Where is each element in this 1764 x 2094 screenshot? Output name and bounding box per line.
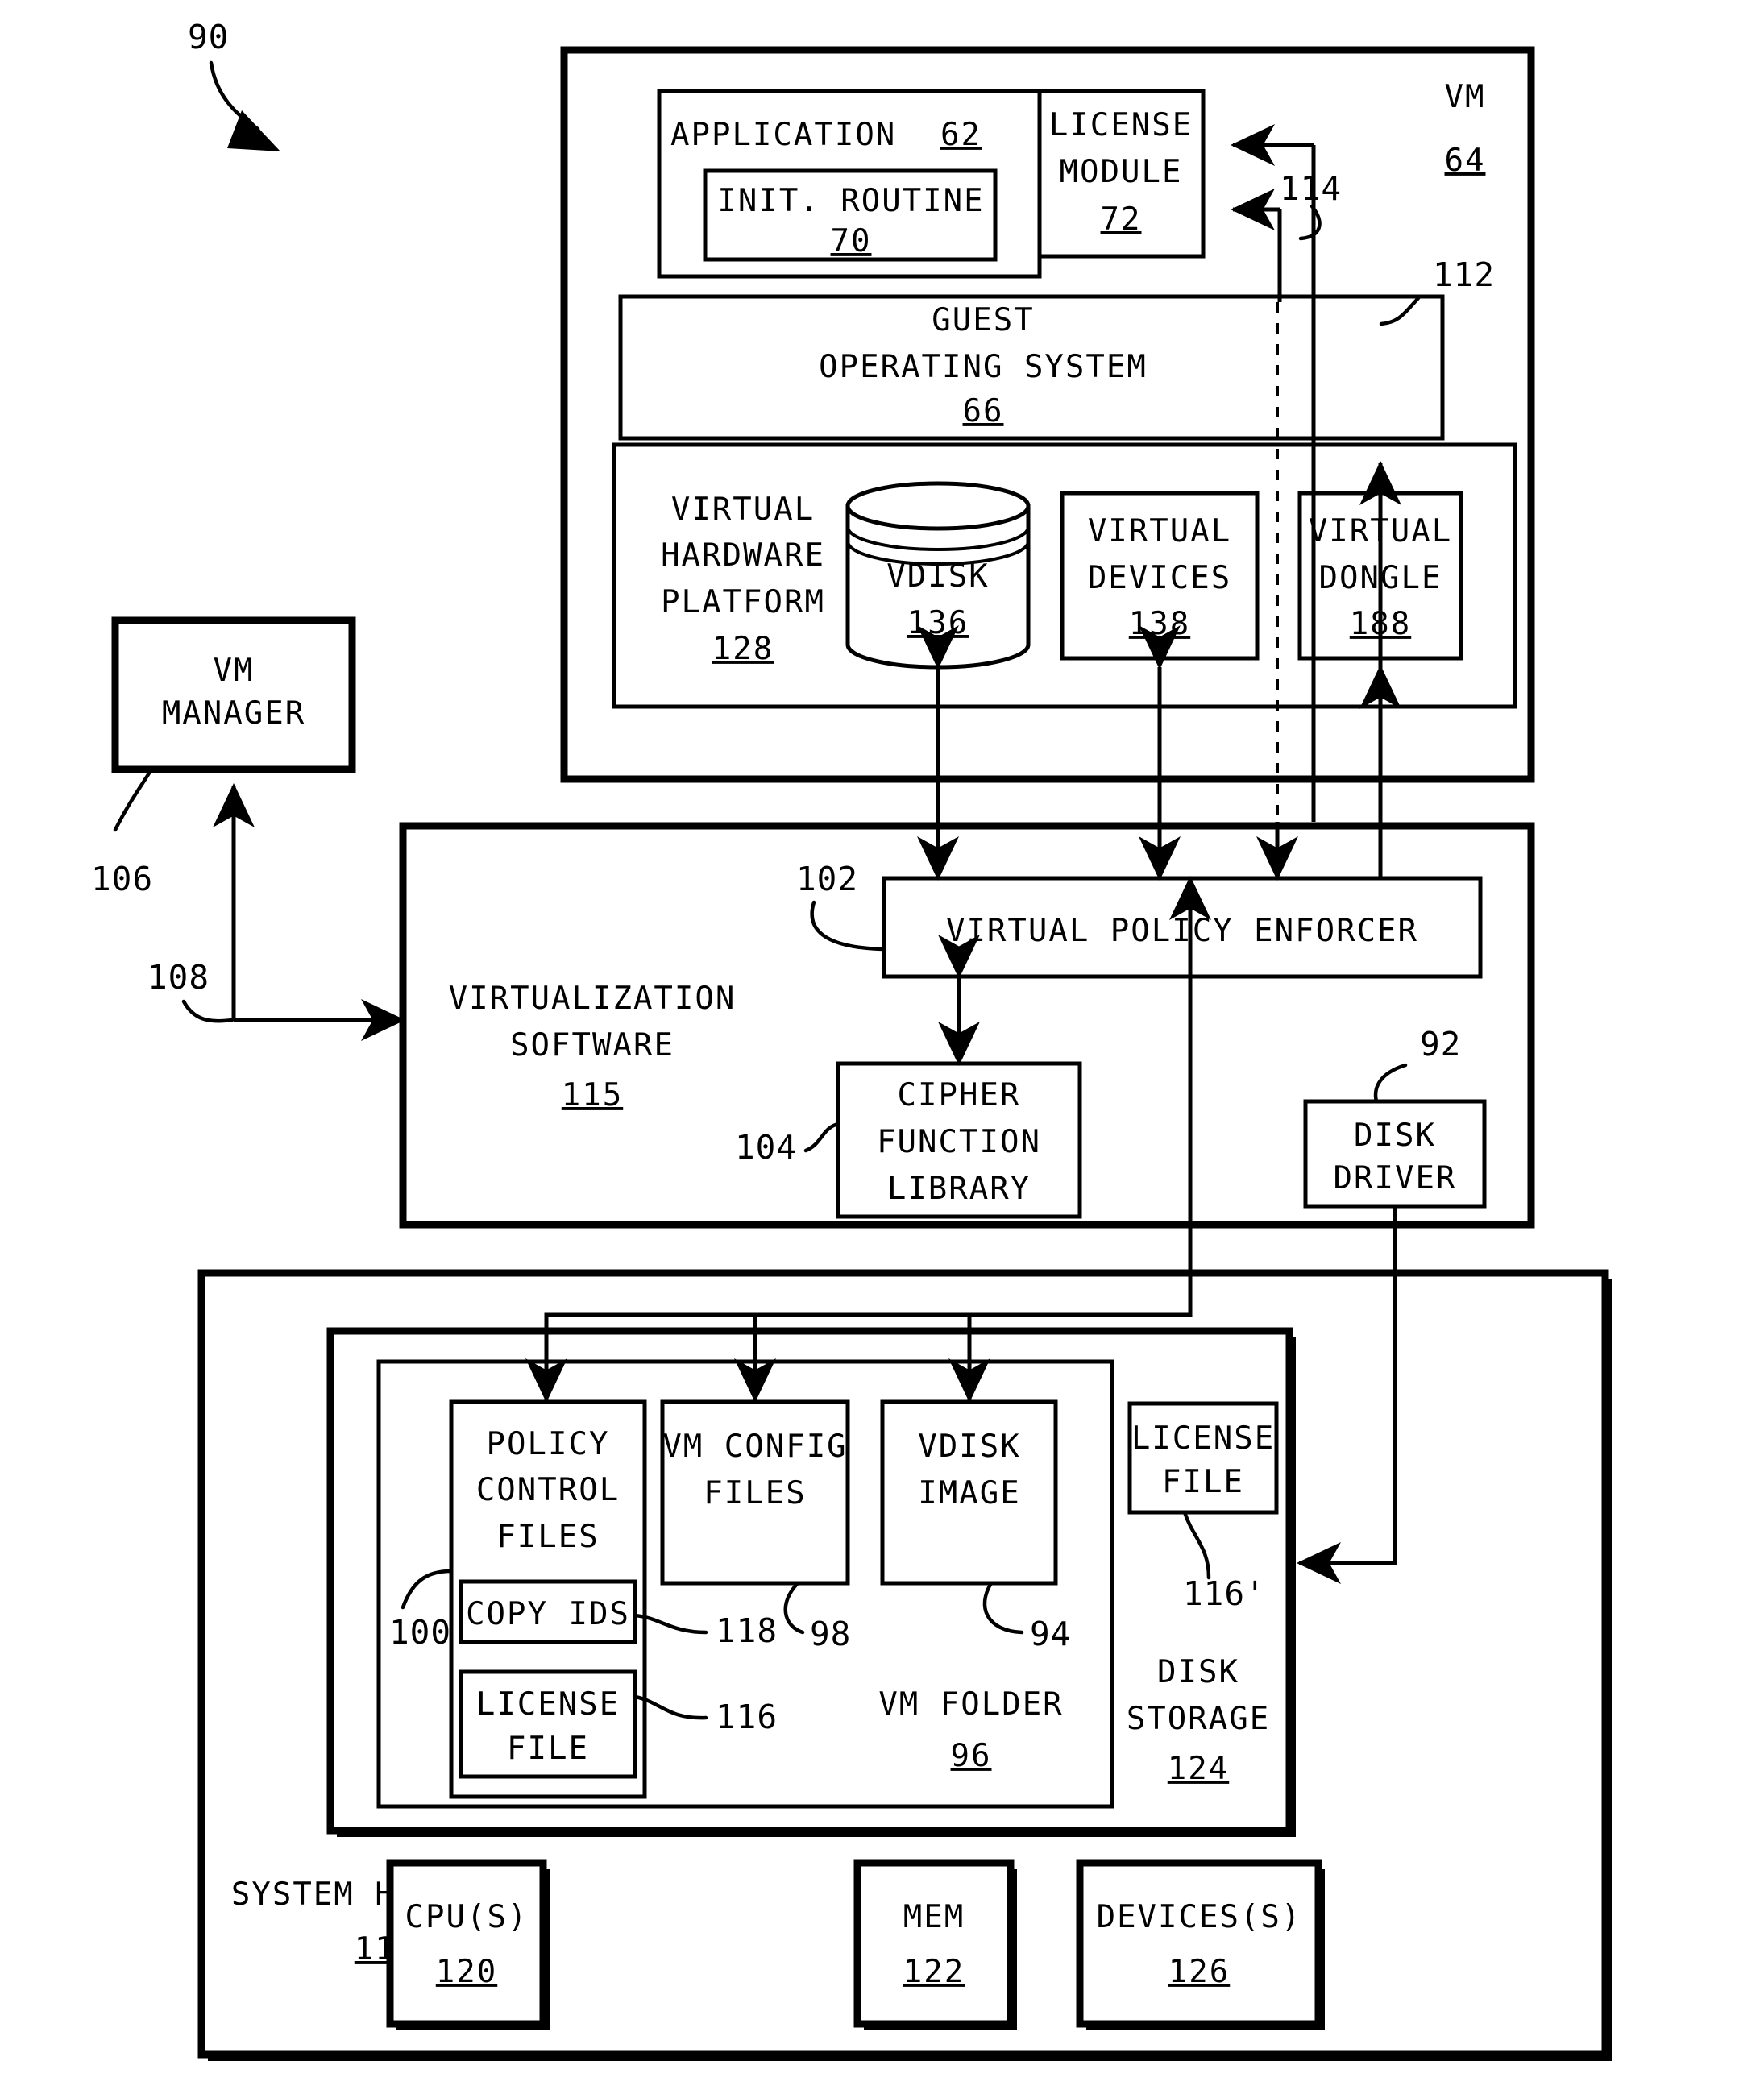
mem-ref: 122 [903,1954,965,1990]
init-routine-ref: 70 [831,223,872,259]
disk-driver-ref: 92 [1420,1025,1461,1064]
vm-manager-ref: 106 [91,860,153,898]
figure-ref-arrowhead [227,110,280,151]
disk-driver-line1: DISK [1354,1117,1436,1154]
pcf-line1: POLICY [487,1426,610,1462]
vm-config-line2: FILES [704,1475,806,1511]
vpe-ref: 102 [796,860,858,898]
cipher-line2: FUNCTION [877,1124,1041,1160]
figure-ref-90: 90 [188,18,280,151]
cipher-line1: CIPHER [898,1077,1021,1113]
pcf-line2: CONTROL [476,1472,620,1508]
devices-ref: 126 [1168,1954,1230,1990]
application-ref: 62 [940,117,982,153]
vdisk-label: VDISK [886,558,989,595]
license-module-ref: 72 [1101,201,1142,238]
virtual-devices-line1: VIRTUAL [1088,513,1231,549]
vm-folder-line1: VM FOLDER [878,1686,1063,1723]
cipher-line3: LIBRARY [887,1171,1031,1207]
init-routine-label: INIT. ROUTINE [717,183,984,219]
vdisk-image-line1: VDISK [918,1428,1020,1465]
guest-os-line2: OPERATING SYSTEM [819,349,1148,385]
cipher-ref: 104 [735,1128,797,1167]
connector-108: 108 [147,782,406,1041]
vdisk-ref: 136 [907,605,969,641]
cpu-ref: 120 [436,1954,497,1990]
patent-figure: 90 VM 64 APPLICATION 62 INIT. ROUTINE 70… [0,0,1764,2094]
virtualization-software-line2: SOFTWARE [510,1027,674,1064]
vm-label: VM [1445,79,1486,115]
disk-driver-line2: DRIVER [1334,1160,1457,1196]
application-label: APPLICATION [670,117,896,153]
pcf-line3: FILES [496,1519,599,1555]
mem-box: MEM 122 [853,1859,1017,2030]
copy-ids-ref: 118 [716,1611,778,1650]
vm-config-ref: 98 [810,1615,851,1653]
virtual-policy-enforcer-box: VIRTUAL POLICY ENFORCER 102 [796,860,1483,979]
connector-108-label: 108 [147,958,210,997]
virtual-devices-box: VIRTUAL DEVICES 138 [1060,491,1260,661]
connector-112-label: 112 [1433,255,1495,294]
disk-storage-line2: STORAGE [1127,1701,1270,1737]
vm-manager-line1: VM [214,653,255,689]
vpe-label: VIRTUAL POLICY ENFORCER [946,913,1418,949]
virtual-devices-ref: 138 [1129,606,1190,642]
pcf-ref: 100 [389,1613,451,1652]
license-file-line1: LICENSE [476,1686,620,1723]
vhp-line3: PLATFORM [661,584,825,620]
devices-box: DEVICES(S) 126 [1076,1859,1325,2030]
vm-manager-box: VM MANAGER 106 [91,616,356,898]
vhp-line1: VIRTUAL [671,491,815,528]
license-file-ext-line1: LICENSE [1131,1420,1275,1457]
license-file-ext-line2: FILE [1162,1464,1244,1500]
license-module-box: LICENSE MODULE 72 [1037,89,1206,259]
cpu-box: CPU(S) 120 [386,1859,550,2030]
disk-storage-line1: DISK [1157,1654,1239,1690]
disk-storage-ref: 124 [1168,1751,1229,1787]
copy-ids-label: COPY IDS [466,1596,630,1632]
virtualization-software-ref: 115 [562,1077,623,1113]
vdisk-cylinder: VDISK 136 [845,481,1031,670]
guest-os-box: GUEST OPERATING SYSTEM 66 [618,294,1445,441]
connector-114-label: 114 [1280,169,1342,208]
vhp-ref: 128 [712,631,774,667]
license-module-line1: LICENSE [1049,107,1193,143]
cpu-label: CPU(S) [405,1899,529,1935]
guest-os-ref: 66 [963,393,1004,429]
license-file-ext-ref: 116' [1183,1574,1266,1613]
guest-os-line1: GUEST [932,302,1034,338]
vdisk-image-ref: 94 [1030,1615,1071,1653]
vdisk-image-line2: IMAGE [918,1475,1020,1511]
figure-ref-label: 90 [188,18,229,56]
virtualization-software-line1: VIRTUALIZATION [449,981,737,1017]
init-routine-box: INIT. ROUTINE 70 [703,168,998,262]
virtual-devices-line2: DEVICES [1088,560,1231,596]
vm-manager-line2: MANAGER [162,695,305,732]
license-module-line2: MODULE [1060,154,1183,190]
devices-label: DEVICES(S) [1097,1899,1302,1935]
vm-config-line1: VM CONFIG [662,1428,847,1465]
license-file-line2: FILE [507,1731,589,1767]
license-file-ref: 116 [716,1698,778,1736]
vm-ref: 64 [1445,143,1486,179]
vhp-line2: HARDWARE [661,537,825,574]
vm-folder-ref: 96 [951,1738,992,1774]
mem-label: MEM [903,1899,965,1935]
